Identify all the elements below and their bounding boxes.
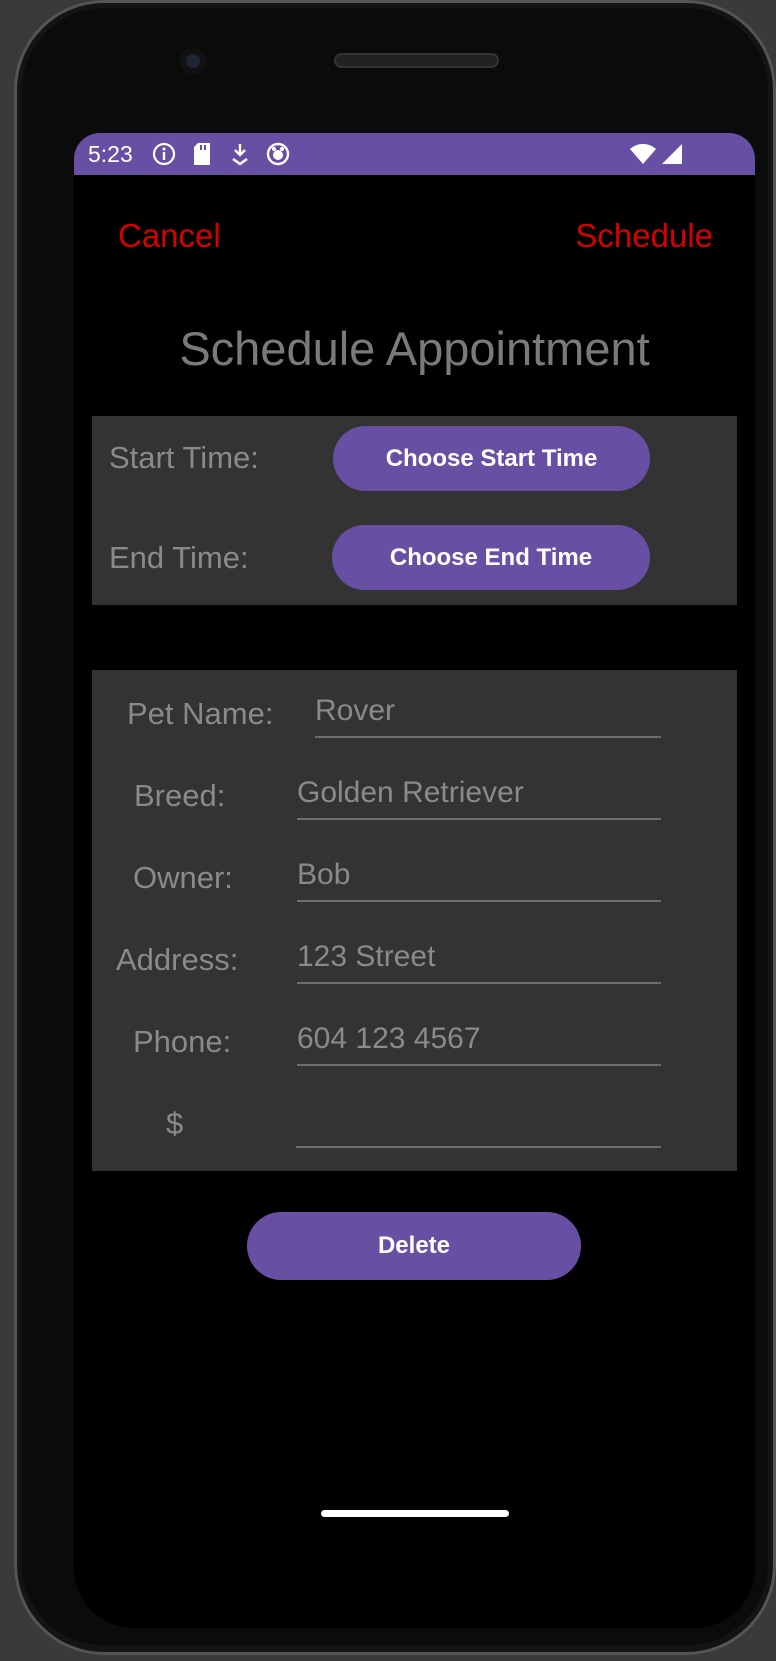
schedule-button[interactable]: Schedule [575, 217, 713, 255]
pet-name-field[interactable]: Rover [315, 688, 661, 738]
address-field[interactable]: 123 Street [297, 934, 661, 984]
earpiece-speaker [334, 53, 499, 68]
app-screen: 5:23 Cancel Schedule Schedule Appointmen… [74, 133, 755, 1628]
app-icon [264, 141, 292, 167]
time-panel: Start Time: Choose Start Time End Time: … [92, 416, 737, 605]
home-indicator[interactable] [321, 1510, 509, 1517]
choose-start-time-button[interactable]: Choose Start Time [333, 426, 650, 491]
front-camera [180, 48, 206, 74]
delete-button[interactable]: Delete [247, 1212, 581, 1280]
wifi-icon [629, 143, 657, 170]
details-panel: Pet Name: Rover Breed: Golden Retriever … [92, 670, 737, 1171]
cancel-button[interactable]: Cancel [118, 217, 221, 255]
pet-name-label: Pet Name: [127, 696, 274, 731]
breed-label: Breed: [134, 778, 226, 813]
address-label: Address: [116, 942, 239, 977]
phone-frame: 5:23 Cancel Schedule Schedule Appointmen… [14, 0, 776, 1655]
owner-label: Owner: [133, 860, 233, 895]
owner-field[interactable]: Bob [297, 852, 661, 902]
phone-label: Phone: [133, 1024, 232, 1059]
choose-end-time-button[interactable]: Choose End Time [332, 525, 650, 590]
status-bar: 5:23 [74, 133, 755, 175]
phone-bezel: 5:23 Cancel Schedule Schedule Appointmen… [22, 8, 768, 1646]
status-time: 5:23 [88, 141, 133, 167]
end-time-label: End Time: [109, 540, 249, 575]
download-icon [226, 141, 254, 167]
phone-field[interactable]: 604 123 4567 [297, 1016, 661, 1066]
page-title: Schedule Appointment [179, 322, 650, 375]
start-time-label: Start Time: [109, 440, 259, 475]
price-field[interactable] [296, 1098, 661, 1148]
breed-field[interactable]: Golden Retriever [297, 770, 661, 820]
info-icon [150, 141, 178, 167]
signal-icon [661, 143, 683, 170]
price-label: $ [166, 1106, 184, 1141]
sd-card-icon [188, 141, 216, 167]
